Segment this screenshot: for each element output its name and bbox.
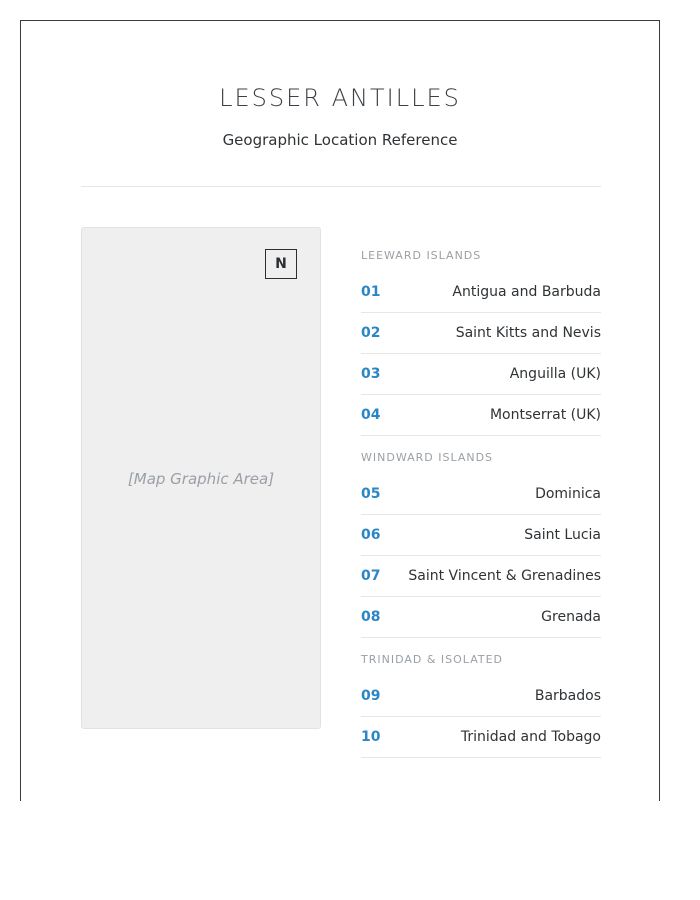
location-list: LEEWARD ISLANDS 01 Antigua and Barbuda 0… (361, 247, 601, 771)
item-name: Antigua and Barbuda (452, 284, 601, 300)
list-item: 09 Barbados (361, 676, 601, 717)
item-number: 08 (361, 609, 381, 625)
section-label: WINDWARD ISLANDS (361, 451, 494, 464)
item-number: 04 (361, 407, 381, 423)
item-name: Dominica (535, 486, 601, 502)
section-windward-islands: WINDWARD ISLANDS 05 Dominica 06 Saint Lu… (361, 449, 601, 638)
item-name: Saint Lucia (524, 527, 601, 543)
item-number: 02 (361, 325, 381, 341)
list-item: 02 Saint Kitts and Nevis (361, 313, 601, 354)
section-label: TRINIDAD & ISOLATED (361, 653, 503, 666)
item-number: 05 (361, 486, 381, 502)
page-title: LESSER ANTILLES (219, 84, 461, 112)
list-item: 03 Anguilla (UK) (361, 354, 601, 395)
page-frame: LESSER ANTILLES Geographic Location Refe… (20, 20, 660, 801)
list-item: 06 Saint Lucia (361, 515, 601, 556)
map-panel: N [Map Graphic Area] (81, 227, 321, 729)
item-number: 01 (361, 284, 381, 300)
item-number: 07 (361, 568, 381, 584)
item-number: 06 (361, 527, 381, 543)
section-leeward-islands: LEEWARD ISLANDS 01 Antigua and Barbuda 0… (361, 247, 601, 436)
list-item: 07 Saint Vincent & Grenadines (361, 556, 601, 597)
section-label: LEEWARD ISLANDS (361, 249, 482, 262)
map-placeholder-label: [Map Graphic Area] (127, 470, 275, 488)
list-item: 05 Dominica (361, 474, 601, 515)
item-name: Saint Vincent & Grenadines (408, 568, 601, 584)
item-number: 09 (361, 688, 381, 704)
section-trinidad-isolated: TRINIDAD & ISOLATED 09 Barbados 10 Trini… (361, 651, 601, 758)
item-name: Grenada (541, 609, 601, 625)
item-number: 03 (361, 366, 381, 382)
item-name: Saint Kitts and Nevis (455, 325, 601, 341)
item-name: Anguilla (UK) (509, 366, 601, 382)
list-item: 08 Grenada (361, 597, 601, 638)
compass-north-icon: N (265, 249, 297, 279)
list-item: 04 Montserrat (UK) (361, 395, 601, 436)
item-name: Montserrat (UK) (489, 407, 601, 423)
list-item: 01 Antigua and Barbuda (361, 272, 601, 313)
header-divider (81, 186, 601, 187)
item-number: 10 (361, 729, 381, 745)
page-subtitle: Geographic Location Reference (222, 131, 458, 149)
list-item: 10 Trinidad and Tobago (361, 717, 601, 758)
item-name: Barbados (534, 688, 601, 704)
item-name: Trinidad and Tobago (460, 729, 601, 745)
